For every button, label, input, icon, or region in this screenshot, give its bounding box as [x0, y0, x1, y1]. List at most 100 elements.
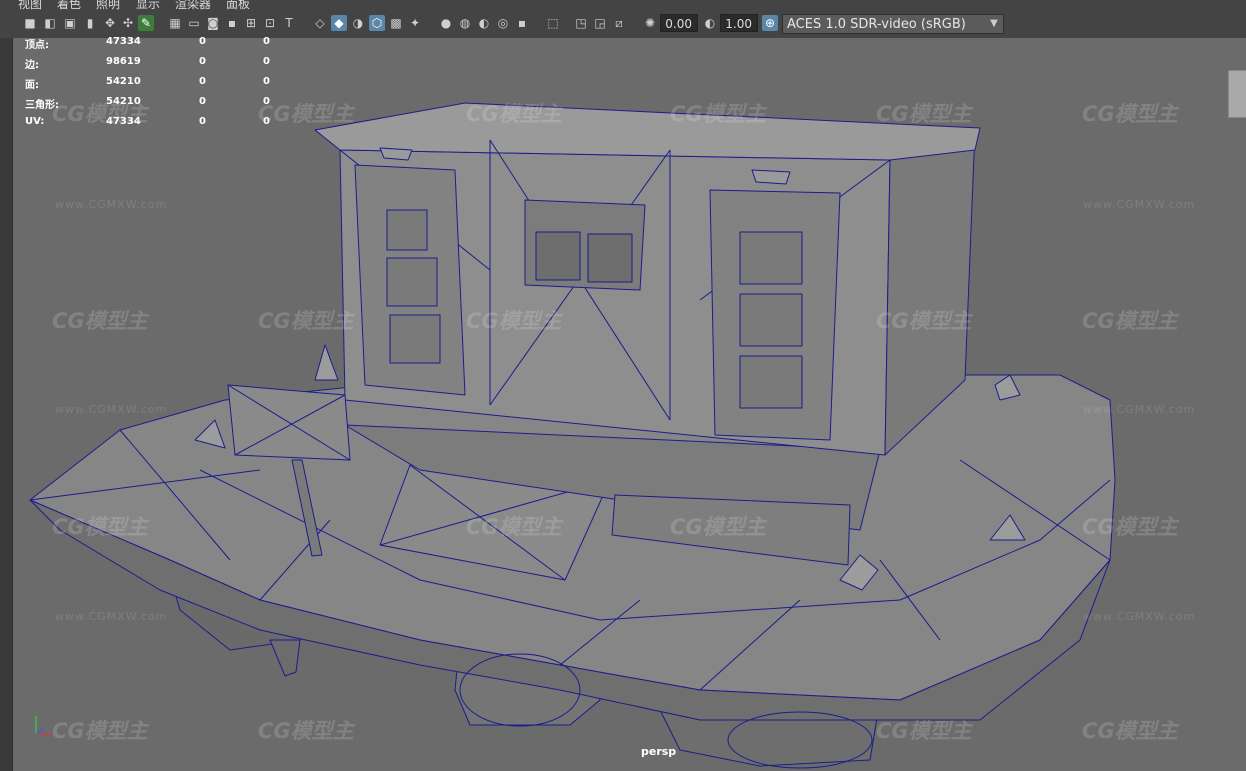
window-right-pane-top [739, 231, 803, 285]
watermark-logo: CG模型主 [258, 309, 354, 333]
default-material-icon[interactable]: ◑ [350, 15, 366, 31]
film-gate-icon[interactable]: ▭ [186, 15, 202, 31]
watermark-logo: CG模型主 [670, 515, 766, 539]
bookmark-flag-icon[interactable]: ▮ [82, 15, 98, 31]
hud-value: 54210 [106, 76, 141, 87]
pan-zoom-icon[interactable]: ✥ [102, 15, 118, 31]
menu-lighting[interactable]: 照明 [96, 0, 120, 10]
gate-mask-icon[interactable]: ▪ [224, 15, 240, 31]
watermark-logo: CG模型主 [876, 309, 972, 333]
hud-value: 47334 [106, 116, 141, 127]
menu-shading[interactable]: 着色 [57, 0, 81, 10]
window-left-pane-top [386, 209, 428, 251]
hud-row-vertices: 顶点: 47334 0 0 [25, 36, 285, 51]
motion-blur-icon[interactable]: ◐ [476, 15, 492, 31]
shadows-icon[interactable]: ● [438, 15, 454, 31]
watermark-logo: CG模型主 [876, 102, 972, 126]
xray-joints-icon[interactable]: ⧄ [611, 15, 627, 31]
hud-label: 面: [25, 80, 39, 91]
safe-title-icon[interactable]: T [281, 15, 297, 31]
hud-value: 0 [263, 96, 270, 107]
watermark-url: www.CGMXW.com [55, 403, 168, 416]
hud-value: 47334 [106, 36, 141, 47]
hud-value: 98619 [106, 56, 141, 67]
hud-value: 0 [199, 36, 206, 47]
depth-of-field-icon[interactable]: ▪ [514, 15, 530, 31]
gamma-icon[interactable]: ◐ [702, 15, 718, 31]
watermark-logo: CG模型主 [1082, 515, 1178, 539]
hud-row-faces: 面: 54210 0 0 [25, 76, 285, 91]
axis-gizmo-icon [35, 716, 52, 735]
watermark-url: www.CGMXW.com [55, 198, 168, 211]
xray-active-icon[interactable]: ◲ [592, 15, 608, 31]
field-chart-icon[interactable]: ⊞ [243, 15, 259, 31]
hud-row-triangles: 三角形: 54210 0 0 [25, 96, 285, 111]
hud-value: 0 [199, 56, 206, 67]
watermark-logo: CG模型主 [876, 719, 972, 743]
watermark-url: www.CGMXW.com [1083, 403, 1196, 416]
gamma-field[interactable]: 1.00 [720, 14, 758, 32]
menu-renderer[interactable]: 渲染器 [175, 0, 211, 10]
panel-menu-bar: 视图 着色 照明 显示 渲染器 面板 [0, 0, 1246, 10]
tumble-icon[interactable]: ✣ [120, 15, 136, 31]
watermark-logo: CG模型主 [466, 309, 562, 333]
watermark-logo: CG模型主 [52, 309, 148, 333]
camera-attributes-icon[interactable]: ◧ [42, 15, 58, 31]
menu-view[interactable]: 视图 [18, 0, 42, 10]
resolution-gate-icon[interactable]: ◙ [205, 15, 221, 31]
maya-window: 视图 着色 照明 显示 渲染器 面板 ■ ◧ ▣ ▮ ✥ ✣ ✎ ▦ ▭ ◙ ▪… [0, 0, 1246, 771]
hud-value: 0 [199, 76, 206, 87]
watermark-logo: CG模型主 [466, 515, 562, 539]
wireframe-on-shaded-icon[interactable]: ⬡ [369, 15, 385, 31]
window-right-pane-bot [739, 355, 803, 409]
menu-show[interactable]: 显示 [136, 0, 160, 10]
lamp-roof-right [751, 169, 791, 185]
safe-action-icon[interactable]: ⊡ [262, 15, 278, 31]
view-cube[interactable] [1228, 70, 1246, 118]
hud-value: 54210 [106, 96, 141, 107]
view-transform-label: ACES 1.0 SDR-video (sRGB) [787, 17, 966, 32]
debris-5 [314, 344, 339, 381]
window-left-pane-mid [386, 257, 438, 307]
textured-icon[interactable]: ▩ [388, 15, 404, 31]
watermark-logo: CG模型主 [52, 515, 148, 539]
grease-pencil-icon[interactable]: ✎ [138, 15, 154, 31]
hud-value: 0 [263, 36, 270, 47]
color-management-toggle-icon[interactable]: ⊕ [762, 15, 778, 31]
bookmark-icon[interactable]: ▣ [62, 15, 78, 31]
hud-label: 三角形: [25, 100, 59, 111]
wireframe-icon[interactable]: ◇ [312, 15, 328, 31]
lights-icon[interactable]: ✦ [407, 15, 423, 31]
xray-icon[interactable]: ◳ [573, 15, 589, 31]
grid-icon[interactable]: ▦ [167, 15, 183, 31]
rock-drip [269, 639, 301, 677]
left-panel-edge [0, 38, 12, 771]
watermark-url: www.CGMXW.com [55, 610, 168, 623]
hud-row-edges: 边: 98619 0 0 [25, 56, 285, 71]
hud-value: 0 [199, 96, 206, 107]
watermark-logo: CG模型主 [52, 719, 148, 743]
lamp-roof-left [379, 147, 413, 161]
hud-value: 0 [263, 116, 270, 127]
camera-select-icon[interactable]: ■ [22, 15, 38, 31]
hud-label: 顶点: [25, 40, 49, 51]
screen-space-ao-icon[interactable]: ◍ [457, 15, 473, 31]
watermark-logo: CG模型主 [1082, 102, 1178, 126]
window-left-pane-bot [389, 314, 441, 364]
scene-model [29, 102, 1116, 769]
watermark-logo: CG模型主 [670, 102, 766, 126]
camera-label: persp [641, 745, 677, 758]
watermark-logo: CG模型主 [258, 719, 354, 743]
window-middle-pane-b [587, 233, 633, 283]
watermark-logo: CG模型主 [1082, 309, 1178, 333]
isolate-select-icon[interactable]: ⬚ [545, 15, 561, 31]
exposure-field[interactable]: 0.00 [660, 14, 698, 32]
hud-value: 0 [263, 76, 270, 87]
hud-label: 边: [25, 60, 39, 71]
exposure-icon[interactable]: ✺ [642, 15, 658, 31]
menu-panels[interactable]: 面板 [226, 0, 250, 10]
antialiasing-icon[interactable]: ◎ [495, 15, 511, 31]
panel-toolbar: ■ ◧ ▣ ▮ ✥ ✣ ✎ ▦ ▭ ◙ ▪ ⊞ ⊡ T ◇ ◆ ◑ ⬡ ▩ ✦ … [0, 10, 1246, 39]
view-transform-dropdown[interactable]: ACES 1.0 SDR-video (sRGB) ▼ [782, 14, 1004, 34]
smooth-shade-icon[interactable]: ◆ [331, 15, 347, 31]
